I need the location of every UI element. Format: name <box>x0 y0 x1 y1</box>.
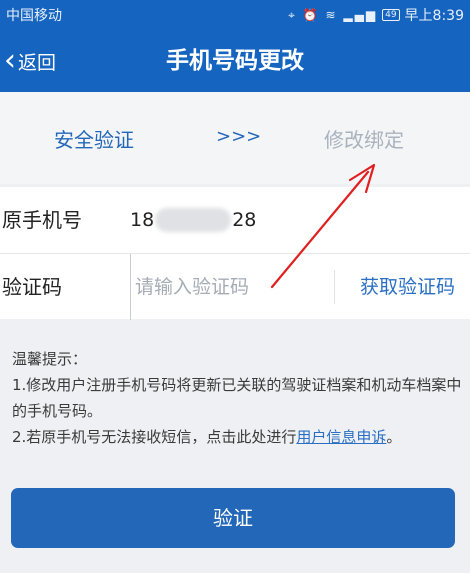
step-modify-binding: 修改绑定 <box>324 128 404 152</box>
verify-form: 原手机号 18 28 验证码 获取验证码 <box>0 187 470 320</box>
battery-icon: 49 <box>382 9 400 21</box>
nav-bar: ‹ 返回 手机号码更改 <box>0 30 470 92</box>
tips-section: 温馨提示： 1.修改用户注册手机号码将更新已关联的驾驶证档案和机动车档案中的手机… <box>12 346 462 450</box>
chevron-left-icon: ‹ <box>4 43 16 78</box>
get-code-button[interactable]: 获取验证码 <box>360 254 455 320</box>
page-title: 手机号码更改 <box>166 48 304 74</box>
tips-title: 温馨提示： <box>12 350 88 368</box>
input-divider <box>334 270 335 304</box>
status-icons: ⌖ ⏰ ≋ ▂▄▆ <box>288 8 377 23</box>
carrier-name: 中国移动 <box>6 8 62 24</box>
step-indicator: 安全验证 >>> 修改绑定 <box>0 92 470 184</box>
status-indicators: ⌖ ⏰ ≋ ▂▄▆ 49 早上8:39 <box>288 5 464 25</box>
step-security-verify: 安全验证 <box>54 128 134 152</box>
phone-mask <box>155 208 232 232</box>
status-bar: 中国移动 ⌖ ⏰ ≋ ▂▄▆ 49 早上8:39 <box>0 0 470 30</box>
signal-icon: ▂▄▆ <box>343 7 378 22</box>
back-button[interactable]: ‹ 返回 <box>4 30 56 92</box>
tips-line-2-text: 2.若原手机号无法接收短信，点击此处进行 <box>12 428 297 446</box>
back-label: 返回 <box>18 51 57 74</box>
original-phone-value: 18 28 <box>130 187 256 253</box>
alarm-icon: ⏰ <box>302 7 320 22</box>
phone-suffix: 28 <box>232 209 257 231</box>
step-separator: >>> <box>216 126 262 147</box>
verify-button[interactable]: 验证 <box>11 488 455 548</box>
verification-code-input[interactable] <box>130 254 330 320</box>
user-info-appeal-link[interactable]: 用户信息申诉 <box>296 428 386 446</box>
code-label: 验证码 <box>2 275 62 299</box>
clock: 早上8:39 <box>404 8 464 24</box>
phone-label: 原手机号 <box>2 208 82 232</box>
tips-line-1: 1.修改用户注册手机号码将更新已关联的驾驶证档案和机动车档案中的手机号码。 <box>12 376 462 420</box>
phone-prefix: 18 <box>130 209 155 231</box>
code-row: 验证码 获取验证码 <box>0 253 470 320</box>
location-icon: ⌖ <box>288 7 297 22</box>
tips-line-2-end: 。 <box>386 428 402 446</box>
wifi-icon: ≋ <box>325 7 338 22</box>
tips-line-2: 2.若原手机号无法接收短信，点击此处进行用户信息申诉。 <box>12 424 462 450</box>
phone-row: 原手机号 18 28 <box>0 187 470 253</box>
